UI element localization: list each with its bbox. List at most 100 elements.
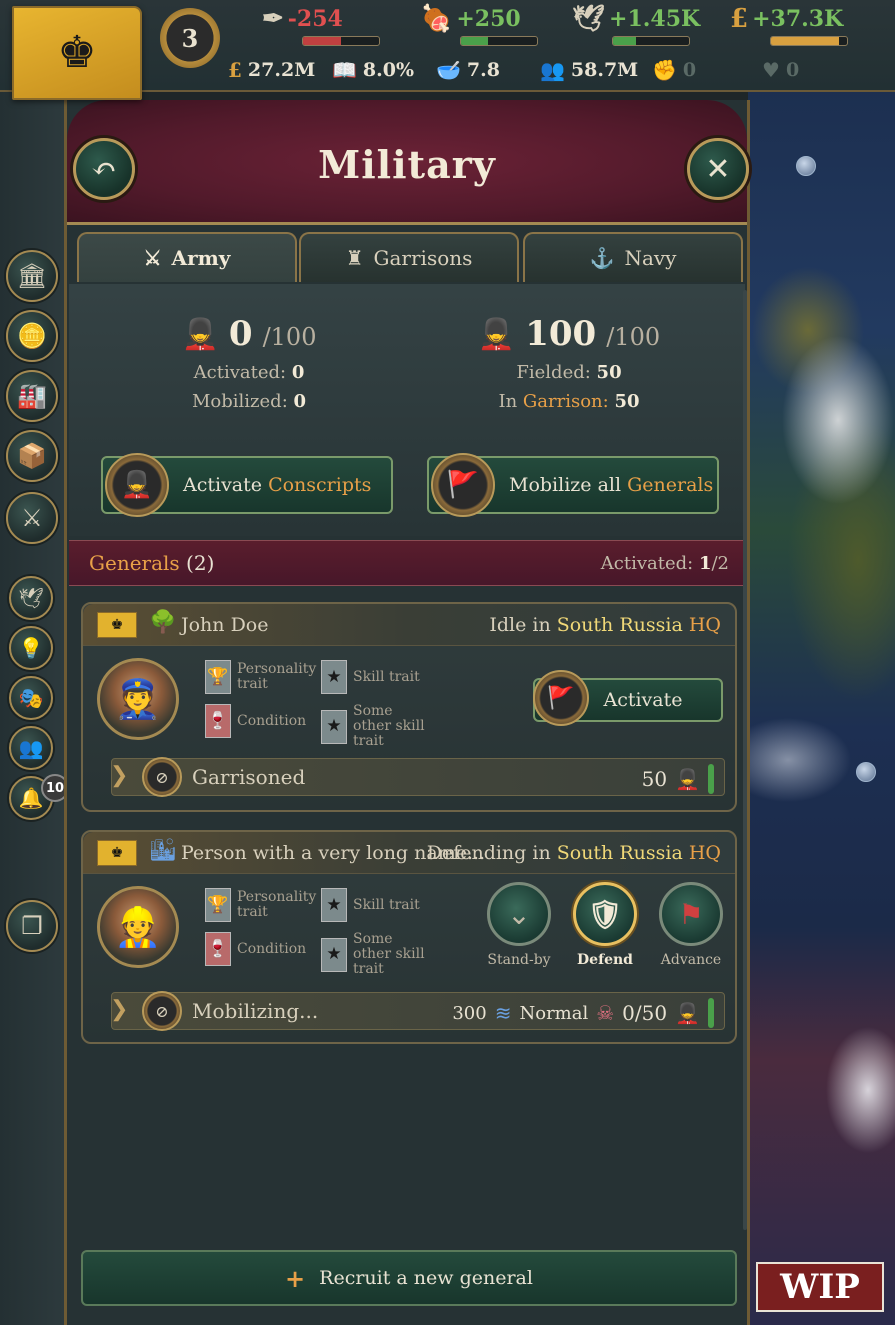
nav-market-button[interactable]: 📦 <box>6 430 58 482</box>
trait-label: Some other skill trait <box>353 931 425 977</box>
condition-trait[interactable]: 🍷 Condition <box>205 932 306 966</box>
other-skill-trait[interactable]: ★ Some other skill trait <box>321 932 427 977</box>
map-marker-icon[interactable] <box>796 156 816 176</box>
garrison-prefix: In <box>498 391 518 412</box>
resource-influence[interactable]: 🕊 +1.45K <box>572 4 700 46</box>
conscripts-stat: 💂 0 /100 Activated: 0 Mobilized: 0 <box>109 314 389 412</box>
scrollbar[interactable] <box>743 290 747 1230</box>
condition-trait[interactable]: 🍷 Condition <box>205 704 306 738</box>
nav-military-button[interactable]: ⚔ <box>6 492 58 544</box>
mobilize-generals-button[interactable]: 🚩 Mobilize all Generals <box>427 453 719 517</box>
general-avatar-icon: 👮 <box>114 676 162 721</box>
tab-label: Navy <box>624 246 677 270</box>
resource-food[interactable]: 🍖 +250 <box>420 4 538 46</box>
soldier-icon: 💂 <box>675 1001 700 1025</box>
organization-bar <box>708 998 714 1028</box>
country-flag-icon: ♚ <box>97 612 137 638</box>
hq-label: HQ <box>688 842 721 864</box>
no-movement-icon: ⊘ <box>142 757 182 797</box>
left-navigation: 🏛 🪙 🏭 📦 ⚔ 🕊 💡 🎭 👥 🔔 10 ❐ <box>0 92 69 1325</box>
close-button[interactable]: ✕ <box>687 138 749 200</box>
general-army-bar[interactable]: ❯ ⊘ Garrisoned 50 💂 <box>110 757 725 797</box>
population-icon: 👥 <box>540 58 565 82</box>
ship-icon: ⚓ <box>589 246 615 270</box>
stat-radicals[interactable]: ✊ 0 <box>652 58 696 82</box>
crossed-swords-icon: ⚔ <box>143 246 162 270</box>
skill-trait[interactable]: ★ Skill trait <box>321 888 420 922</box>
troop-count: 50 <box>641 767 668 791</box>
button-label: Activate <box>603 689 683 711</box>
rank-medal[interactable]: 3 <box>160 8 220 68</box>
chevron-right-icon[interactable]: ❯ <box>110 997 128 1022</box>
recruit-general-button[interactable]: + Recruit a new general <box>81 1250 737 1306</box>
trait-label: Personality trait <box>237 889 317 920</box>
nav-production-button[interactable]: 🏭 <box>6 370 58 422</box>
general-location[interactable]: Defending in South Russia HQ <box>427 842 721 864</box>
tab-navy[interactable]: ⚓ Navy <box>523 232 743 282</box>
general-name[interactable]: John Doe <box>181 614 269 636</box>
nav-diplomacy-button[interactable]: 🕊 <box>9 576 53 620</box>
activated-label: Activated: <box>193 362 287 383</box>
resource-value: +37.3K <box>752 6 844 32</box>
bottle-icon: 🍷 <box>205 704 231 738</box>
general-army-bar[interactable]: ❯ ⊘ Mobilizing... 300 ≋ Normal ☠ 0/50 💂 <box>110 991 725 1031</box>
standby-icon: ⌄ <box>487 882 551 946</box>
map-marker-icon[interactable] <box>856 762 876 782</box>
tab-garrisons[interactable]: ♜ Garrisons <box>299 232 519 282</box>
stat-standard-of-living[interactable]: 🥣 7.8 <box>436 58 500 82</box>
other-skill-trait[interactable]: ★ Some other skill trait <box>321 704 427 749</box>
page-title: Military <box>318 142 496 187</box>
button-label: Activate <box>183 474 263 496</box>
ships-icon: ≋ <box>494 1001 512 1025</box>
conscripts-icon: 💂 <box>105 453 169 517</box>
skill-trait[interactable]: ★ Skill trait <box>321 660 420 694</box>
tab-army[interactable]: ⚔ Army <box>77 232 297 282</box>
resource-value: +250 <box>456 6 521 32</box>
bowl-icon: 🥣 <box>436 58 461 82</box>
personality-trait[interactable]: 🏆 Personality trait <box>205 888 317 922</box>
nav-culture-button[interactable]: 🎭 <box>9 676 53 720</box>
nav-alerts-button[interactable]: 🔔 10 <box>9 774 69 820</box>
chevron-right-icon[interactable]: ❯ <box>110 763 128 788</box>
soldier-icon: 💂 <box>477 316 516 352</box>
no-movement-icon: ⊘ <box>142 991 182 1031</box>
generals-activated-label: Activated: <box>600 553 694 574</box>
activate-conscripts-button[interactable]: 💂 Activate Conscripts <box>101 453 393 517</box>
personality-trait[interactable]: 🏆 Personality trait <box>205 660 316 694</box>
stat-population[interactable]: 👥 58.7M <box>540 58 638 82</box>
stance-advance-button[interactable]: ⚑ Advance <box>651 882 731 968</box>
general-location[interactable]: Idle in South Russia HQ <box>489 614 721 636</box>
resource-income[interactable]: £ +37.3K <box>730 4 848 46</box>
stance-standby-button[interactable]: ⌄ Stand-by <box>479 882 559 968</box>
stat-treasury[interactable]: £ 27.2M <box>228 58 315 82</box>
stat-loyalists[interactable]: ♥ 0 <box>762 58 799 82</box>
nav-outliner-button[interactable]: ❐ <box>6 900 58 952</box>
war-flags-icon: 🚩 <box>533 670 589 726</box>
nav-government-button[interactable]: 🏛 <box>6 250 58 302</box>
world-map[interactable] <box>748 0 895 1325</box>
bottle-icon: 🍷 <box>205 932 231 966</box>
stat-literacy[interactable]: 📖 8.0% <box>332 58 414 82</box>
stat-value: 0 <box>682 59 697 81</box>
garrison-value: 50 <box>614 391 640 412</box>
stat-value: 8.0% <box>362 59 415 81</box>
resource-authority[interactable]: ✒ -254 <box>262 4 380 46</box>
general-card[interactable]: ♚ 🏙 Person with a very long name... Defe… <box>81 830 737 1044</box>
general-portrait[interactable]: 👮 <box>97 658 179 740</box>
star-mountain-icon: ★ <box>321 709 347 744</box>
button-label: Mobilize all <box>509 474 622 496</box>
stance-defend-button[interactable]: 🛡 Defend <box>565 882 645 968</box>
close-icon: ✕ <box>705 151 731 187</box>
trophy-icon: 🏆 <box>205 660 231 694</box>
general-portrait[interactable]: 👷 <box>97 886 179 968</box>
resource-bar-fill <box>303 37 341 45</box>
country-flag[interactable]: ♚ <box>12 6 142 100</box>
nav-people-button[interactable]: 👥 <box>9 726 53 770</box>
wip-badge: WIP <box>756 1262 884 1312</box>
resource-bar-fill <box>771 37 840 45</box>
general-card[interactable]: ♚ 🌳 John Doe Idle in South Russia HQ 👮 🏆… <box>81 602 737 812</box>
nav-budget-button[interactable]: 🪙 <box>6 310 58 362</box>
nav-technology-button[interactable]: 💡 <box>9 626 53 670</box>
military-panel: ↶ Military ✕ ⚔ Army ♜ Garrisons ⚓ Navy 💂… <box>64 100 750 1325</box>
mobilized-label: Mobilized: <box>191 391 288 412</box>
